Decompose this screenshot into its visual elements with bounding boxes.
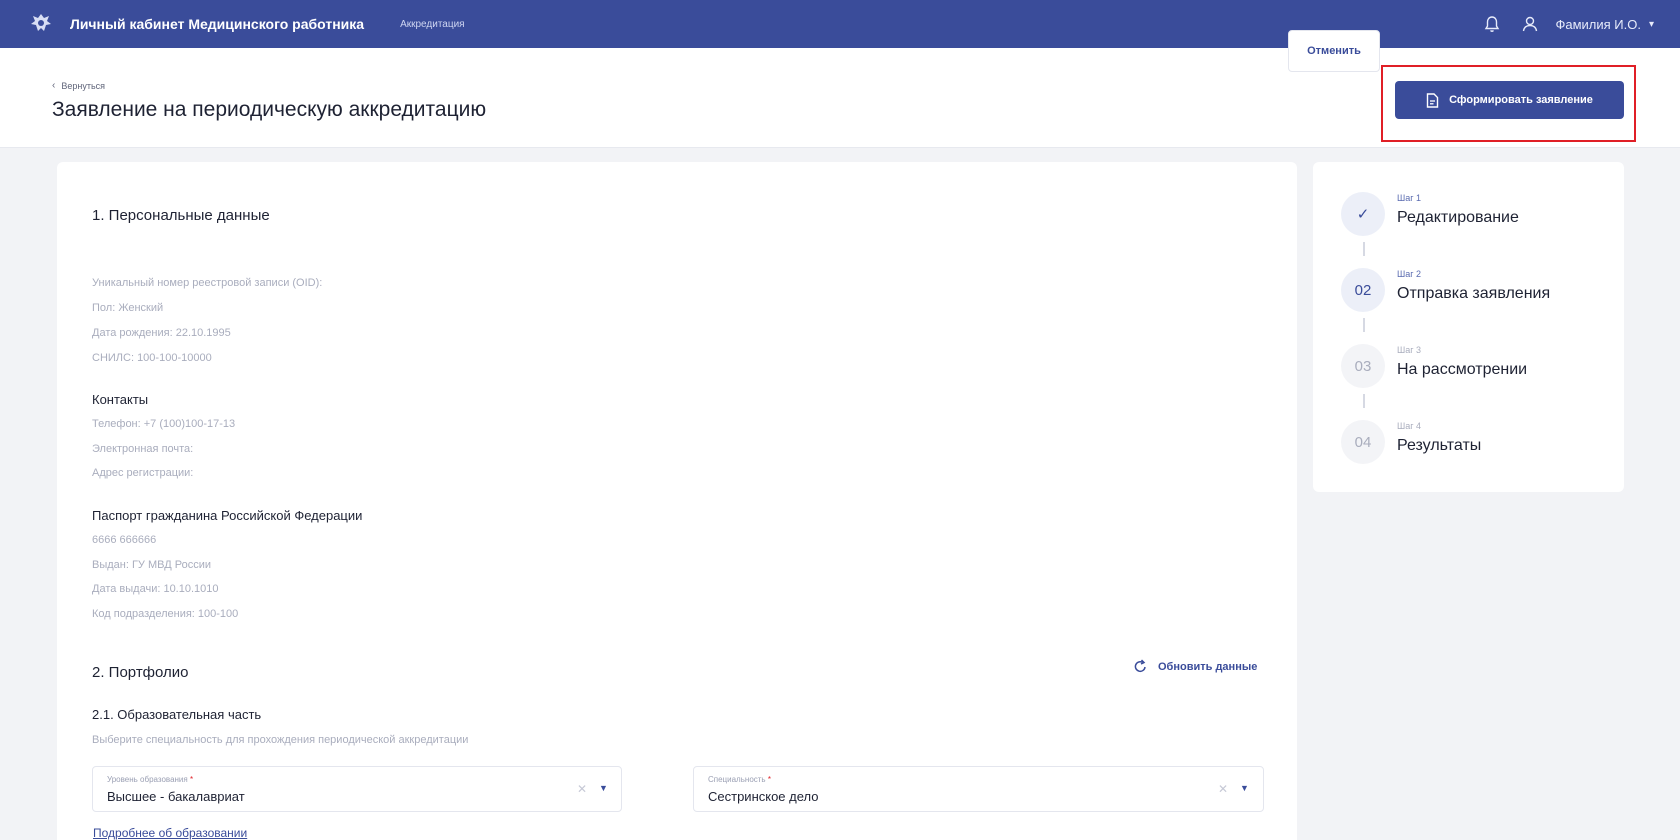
chevron-down-icon[interactable]: ▼ <box>599 783 608 793</box>
education-level-select[interactable]: Уровень образования * Высшее - бакалаври… <box>92 766 622 812</box>
check-icon: ✓ <box>1341 192 1385 236</box>
refresh-data-button[interactable]: Обновить данные <box>1133 659 1257 674</box>
portfolio-title: 2. Портфолио <box>92 664 189 681</box>
chevron-down-icon[interactable]: ▾ <box>1649 19 1654 30</box>
snils-text: СНИЛС: 100-100-10000 <box>92 352 212 364</box>
email-text: Электронная почта: <box>92 443 194 455</box>
chevron-down-icon[interactable]: ▼ <box>1240 783 1249 793</box>
passport-dept-code-text: Код подразделения: 100-100 <box>92 608 239 620</box>
step-marker: 03 <box>1341 344 1385 388</box>
step-name: Отправка заявления <box>1397 285 1551 302</box>
step-connector <box>1363 394 1365 408</box>
step-connector <box>1363 318 1365 332</box>
specialty-select[interactable]: Специальность * Сестринское дело ✕ ▼ <box>693 766 1264 812</box>
address-text: Адрес регистрации: <box>92 467 194 479</box>
generate-application-button[interactable]: Сформировать заявление <box>1395 81 1624 119</box>
step-4: 04 Шаг 4 Результаты <box>1341 416 1611 466</box>
user-icon[interactable] <box>1519 13 1541 35</box>
generate-application-label: Сформировать заявление <box>1449 94 1593 106</box>
app-title[interactable]: Личный кабинет Медицинского работника <box>70 16 364 32</box>
step-2: 02 Шаг 2 Отправка заявления <box>1341 264 1611 314</box>
education-level-label: Уровень образования <box>107 775 188 784</box>
step-name: Редактирование <box>1397 209 1519 226</box>
step-name: На рассмотрении <box>1397 361 1528 378</box>
application-form-card: 1. Персональные данные Уникальный номер … <box>57 162 1297 840</box>
nav-accreditation[interactable]: Аккредитация <box>400 19 465 30</box>
refresh-data-label: Обновить данные <box>1158 660 1258 673</box>
contacts-title: Контакты <box>92 392 149 407</box>
back-link-label: Вернуться <box>61 80 106 91</box>
cancel-button[interactable]: Отменить <box>1288 30 1380 72</box>
step-number: Шаг 4 <box>1397 421 1422 431</box>
step-number: Шаг 1 <box>1397 193 1422 203</box>
specialty-hint: Выберите специальность для прохождения п… <box>92 734 469 746</box>
gender-text: Пол: Женский <box>92 302 164 314</box>
passport-issued-by-text: Выдан: ГУ МВД России <box>92 559 211 571</box>
passport-issue-date-text: Дата выдачи: 10.10.1010 <box>92 583 219 595</box>
education-details-link[interactable]: Подробнее об образовании <box>93 826 247 840</box>
personal-data-title: 1. Персональные данные <box>92 207 270 224</box>
step-3: 03 Шаг 3 На рассмотрении <box>1341 340 1611 390</box>
user-menu-name[interactable]: Фамилия И.О. <box>1555 17 1641 32</box>
phone-text: Телефон: +7 (100)100-17-13 <box>92 418 236 430</box>
step-1: ✓ Шаг 1 Редактирование <box>1341 188 1611 238</box>
clear-icon[interactable]: ✕ <box>1218 782 1228 796</box>
education-level-value: Высшее - бакалавриат <box>107 789 245 804</box>
clear-icon[interactable]: ✕ <box>577 782 587 796</box>
back-link[interactable]: ‹ Вернуться <box>52 80 105 91</box>
specialty-label: Специальность <box>708 775 766 784</box>
steps-card: ✓ Шаг 1 Редактирование 02 Шаг 2 Отправка… <box>1313 162 1624 492</box>
step-connector <box>1363 242 1365 256</box>
top-bar: Личный кабинет Медицинского работника Ак… <box>0 0 1680 48</box>
step-number: Шаг 2 <box>1397 269 1422 279</box>
specialty-value: Сестринское дело <box>708 789 819 804</box>
education-part-title: 2.1. Образовательная часть <box>92 707 262 722</box>
step-name: Результаты <box>1397 437 1482 454</box>
refresh-icon <box>1133 659 1148 674</box>
page-title: Заявление на периодическую аккредитацию <box>52 98 487 121</box>
birth-date-text: Дата рождения: 22.10.1995 <box>92 327 231 339</box>
document-icon <box>1426 92 1439 108</box>
step-marker: 04 <box>1341 420 1385 464</box>
passport-title: Паспорт гражданина Российской Федерации <box>92 508 363 523</box>
oid-text: Уникальный номер реестровой записи (OID)… <box>92 277 323 289</box>
bell-icon[interactable] <box>1481 13 1503 35</box>
chevron-left-icon: ‹ <box>52 80 56 91</box>
passport-number-text: 6666 666666 <box>92 534 157 546</box>
step-marker: 02 <box>1341 268 1385 312</box>
emblem-icon[interactable] <box>26 9 56 39</box>
step-number: Шаг 3 <box>1397 345 1422 355</box>
